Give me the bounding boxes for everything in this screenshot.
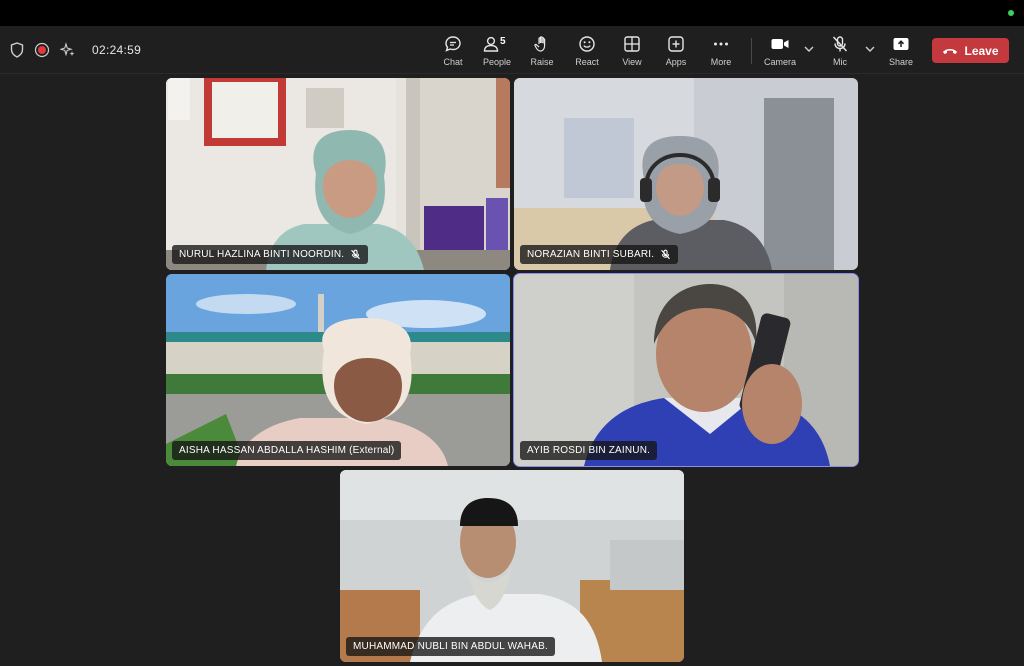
more-button[interactable]: More <box>698 34 744 70</box>
share-label: Share <box>888 57 914 67</box>
more-label: More <box>710 57 732 67</box>
recording-icon[interactable] <box>34 42 50 58</box>
window-top-strip <box>0 0 1024 26</box>
people-button[interactable]: 5 People <box>474 34 520 70</box>
react-label: React <box>575 57 599 67</box>
leave-label: Leave <box>964 43 999 58</box>
participant-video <box>166 78 510 270</box>
chat-button[interactable]: Chat <box>430 34 476 70</box>
people-icon <box>483 36 499 52</box>
video-camera-icon <box>771 39 789 49</box>
react-button[interactable]: React <box>564 34 610 70</box>
apps-plus-icon <box>668 36 684 52</box>
share-screen-icon <box>893 38 909 50</box>
mic-button[interactable]: Mic <box>817 34 863 70</box>
people-count: 5 <box>500 36 506 47</box>
participant-name: AISHA HASSAN ABDALLA HASHIM (External) <box>179 445 395 456</box>
participant-video <box>166 274 510 466</box>
participant-name-tag: AISHA HASSAN ABDALLA HASHIM (External) <box>172 441 402 460</box>
participant-name-tag: NORAZIAN BINTI SUBARI. <box>520 245 679 264</box>
participant-name: NORAZIAN BINTI SUBARI. <box>527 249 655 260</box>
mic-options-chevron-icon[interactable] <box>863 42 877 56</box>
raise-hand-button[interactable]: Raise <box>519 34 565 70</box>
meeting-timer: 02:24:59 <box>92 43 142 57</box>
participant-name: NURUL HAZLINA BINTI NOORDIN. <box>179 249 345 260</box>
participant-tile[interactable]: NORAZIAN BINTI SUBARI. <box>514 78 858 270</box>
mic-label: Mic <box>833 57 847 67</box>
sparkle-icon[interactable] <box>60 42 76 58</box>
smiley-icon <box>579 36 595 52</box>
camera-button[interactable]: Camera <box>757 34 803 70</box>
raise-label: Raise <box>530 57 554 67</box>
hang-up-icon <box>943 48 958 54</box>
view-button[interactable]: View <box>609 34 655 70</box>
camera-label: Camera <box>763 57 796 67</box>
participant-name-tag: NURUL HAZLINA BINTI NOORDIN. <box>172 245 369 264</box>
mic-muted-icon <box>832 36 848 52</box>
chat-icon <box>445 36 461 52</box>
toolbar-divider <box>751 38 752 64</box>
leave-button[interactable]: Leave <box>932 38 1009 63</box>
participant-tile[interactable]: NURUL HAZLINA BINTI NOORDIN. <box>166 78 510 270</box>
participant-name-tag: AYIB ROSDI BIN ZAINUN. <box>520 441 658 460</box>
participant-video <box>514 274 858 466</box>
participant-name: AYIB ROSDI BIN ZAINUN. <box>527 445 651 456</box>
hand-icon <box>534 36 546 52</box>
apps-label: Apps <box>665 57 687 67</box>
participant-tile[interactable]: AISHA HASSAN ABDALLA HASHIM (External) <box>166 274 510 466</box>
shield-icon[interactable] <box>10 42 24 58</box>
meeting-toolbar: 02:24:59 Chat 5 People Raise React View … <box>0 26 1024 74</box>
participant-name: MUHAMMAD NUBLI BIN ABDUL WAHAB. <box>353 641 548 652</box>
participant-video <box>514 78 858 270</box>
participant-tile[interactable]: MUHAMMAD NUBLI BIN ABDUL WAHAB. <box>340 470 684 662</box>
share-button[interactable]: Share <box>878 34 924 70</box>
participant-video <box>340 470 684 662</box>
participant-name-tag: MUHAMMAD NUBLI BIN ABDUL WAHAB. <box>346 637 555 656</box>
more-dots-icon <box>714 42 728 46</box>
view-label: View <box>622 57 642 67</box>
participant-tile-active-speaker[interactable]: AYIB ROSDI BIN ZAINUN. <box>513 273 859 467</box>
people-label: People <box>482 57 512 67</box>
chat-label: Chat <box>443 57 463 67</box>
camera-options-chevron-icon[interactable] <box>802 42 816 56</box>
mic-muted-icon <box>351 249 361 260</box>
meeting-status: 02:24:59 <box>10 40 141 60</box>
camera-indicator <box>1008 10 1014 16</box>
apps-button[interactable]: Apps <box>653 34 699 70</box>
mic-muted-icon <box>661 249 671 260</box>
grid-view-icon <box>624 36 640 52</box>
